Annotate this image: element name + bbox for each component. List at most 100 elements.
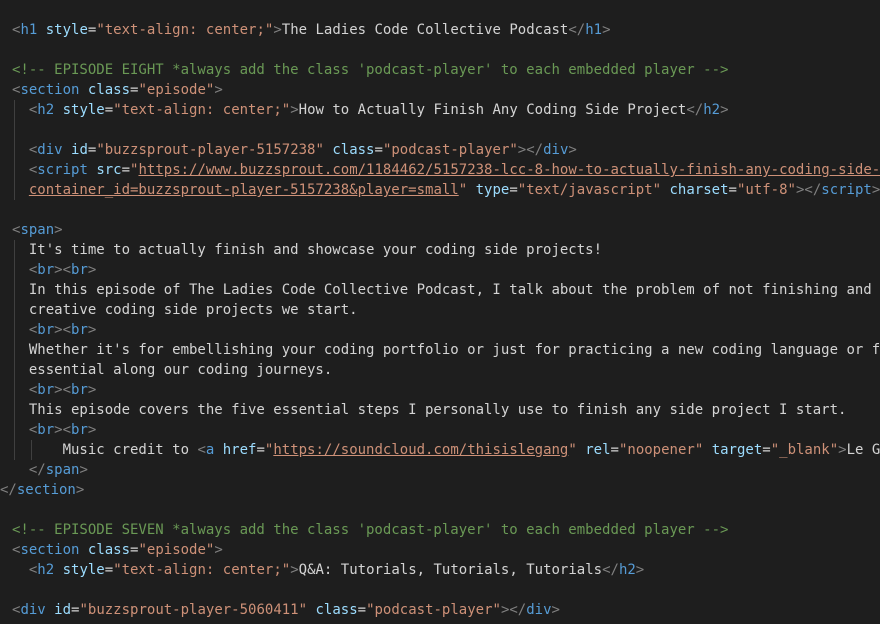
code-token-tag: script bbox=[37, 162, 88, 178]
code-line[interactable]: <section class="episode"> bbox=[12, 80, 223, 100]
code-token-tag: span bbox=[45, 462, 80, 478]
code-line[interactable]: It's time to actually finish and showcas… bbox=[12, 240, 602, 260]
code-token-punc: </ bbox=[28, 462, 46, 478]
code-token-attr: class bbox=[87, 542, 131, 558]
code-token-text: Le Gang bbox=[846, 442, 880, 458]
code-line[interactable]: <br><br> bbox=[12, 320, 96, 340]
code-line[interactable]: </section> bbox=[0, 480, 84, 500]
code-editor[interactable]: <h1 style="text-align: center;">The Ladi… bbox=[0, 0, 880, 624]
code-token-tag: h2 bbox=[37, 562, 55, 578]
code-token-tag: br bbox=[37, 422, 55, 438]
code-token-text: The Ladies Code Collective Podcast bbox=[281, 22, 569, 38]
code-token-attr: id bbox=[54, 602, 72, 618]
code-line[interactable]: This episode covers the five essential s… bbox=[12, 400, 847, 420]
code-token-tag: h1 bbox=[585, 22, 603, 38]
code-token-attr: style bbox=[45, 22, 88, 38]
code-line[interactable]: container_id=buzzsprout-player-5157238&p… bbox=[12, 180, 880, 200]
code-token-str: "buzzsprout-player-5157238" bbox=[96, 142, 324, 158]
code-token-text: = bbox=[610, 442, 619, 458]
code-token-str: "episode" bbox=[138, 82, 215, 98]
code-line[interactable]: <span> bbox=[12, 220, 63, 240]
code-line[interactable]: <script src="https://www.buzzsprout.com/… bbox=[12, 160, 880, 180]
code-token-str: " bbox=[458, 182, 468, 198]
code-token-punc: > bbox=[87, 422, 97, 438]
code-token-punc: < bbox=[62, 382, 72, 398]
code-token-text: = bbox=[762, 442, 771, 458]
code-token-punc: > bbox=[54, 382, 63, 398]
code-token-text: = bbox=[509, 182, 518, 198]
code-token-punc: < bbox=[62, 322, 72, 338]
code-token-link[interactable]: https://www.buzzsprout.com/1184462/51572… bbox=[138, 162, 880, 178]
code-token-text: How to Actually Finish Any Coding Side P… bbox=[298, 102, 687, 118]
code-token-tag: div bbox=[37, 142, 63, 158]
code-token-attr: id bbox=[71, 142, 88, 158]
code-token-text: = bbox=[256, 442, 265, 458]
code-line[interactable]: In this episode of The Ladies Code Colle… bbox=[12, 280, 880, 300]
code-token-tag: br bbox=[37, 322, 55, 338]
code-token-str: "buzzsprout-player-5060411" bbox=[79, 602, 308, 618]
code-token-punc: > bbox=[602, 22, 611, 38]
code-line[interactable]: creative coding side projects we start. bbox=[12, 300, 358, 320]
code-token-punc: > bbox=[75, 482, 85, 498]
code-token-text: = bbox=[374, 142, 383, 158]
code-line[interactable]: <!-- EPISODE EIGHT *always add the class… bbox=[12, 60, 728, 80]
code-token-punc: > bbox=[290, 102, 299, 118]
code-token-text: This episode covers the five essential s… bbox=[12, 402, 847, 418]
code-token-str: "text-align: center;" bbox=[113, 102, 291, 118]
code-token-attr: style bbox=[62, 562, 105, 578]
code-token-punc: > bbox=[551, 602, 560, 618]
code-token-tag: section bbox=[20, 82, 80, 98]
code-token-link[interactable]: https://soundcloud.com/thisislegang bbox=[273, 442, 568, 458]
code-token-punc: > bbox=[54, 262, 63, 278]
code-token-punc: > bbox=[87, 322, 97, 338]
code-line[interactable]: <br><br> bbox=[12, 260, 96, 280]
code-line[interactable]: <br><br> bbox=[12, 420, 96, 440]
code-token-text: = bbox=[357, 602, 367, 618]
code-token-punc: > bbox=[290, 562, 299, 578]
code-line[interactable]: <!-- EPISODE SEVEN *always add the class… bbox=[12, 520, 728, 540]
code-line[interactable]: essential along our coding journeys. bbox=[12, 360, 332, 380]
code-token-str: "noopener" bbox=[618, 442, 704, 458]
code-token-attr: style bbox=[62, 102, 105, 118]
code-token-attr: class bbox=[332, 142, 375, 158]
code-token-punc: > bbox=[635, 562, 645, 578]
code-line[interactable]: </span> bbox=[12, 460, 88, 480]
code-token-attr: charset bbox=[669, 182, 729, 198]
code-token-tag: h2 bbox=[703, 102, 721, 118]
code-line[interactable]: <h2 style="text-align: center;">Q&A: Tut… bbox=[12, 560, 644, 580]
code-token-punc: > bbox=[214, 82, 223, 98]
code-token-text: It's time to actually finish and showcas… bbox=[12, 242, 603, 258]
code-token-link[interactable]: container_id=buzzsprout-player-5157238&p… bbox=[29, 182, 459, 198]
code-line[interactable]: <div id="buzzsprout-player-5060411" clas… bbox=[12, 600, 560, 620]
code-line[interactable]: <h1 style="text-align: center;">The Ladi… bbox=[12, 20, 611, 40]
code-token-attr: rel bbox=[585, 442, 611, 458]
code-token-str: "utf-8" bbox=[736, 182, 796, 198]
code-line[interactable]: <br><br> bbox=[12, 380, 96, 400]
code-line[interactable]: Whether it's for embellishing your codin… bbox=[12, 340, 880, 360]
code-token-str: "podcast-player" bbox=[382, 142, 518, 158]
code-token-punc: > bbox=[54, 222, 63, 238]
code-token-str: "_blank" bbox=[770, 442, 839, 458]
code-line[interactable]: <h2 style="text-align: center;">How to A… bbox=[12, 100, 729, 120]
code-line[interactable]: <div id="buzzsprout-player-5157238" clas… bbox=[12, 140, 577, 160]
code-token-punc: > bbox=[87, 382, 97, 398]
code-line[interactable]: <section class="episode"> bbox=[12, 540, 223, 560]
code-token-punc: < bbox=[62, 262, 72, 278]
code-token-str: "text-align: center;" bbox=[113, 562, 291, 578]
code-token-str: "episode" bbox=[138, 542, 215, 558]
code-token-punc: </ bbox=[602, 562, 619, 578]
code-line[interactable]: Music credit to <a href="https://soundcl… bbox=[12, 440, 880, 460]
code-token-attr: href bbox=[222, 442, 257, 458]
